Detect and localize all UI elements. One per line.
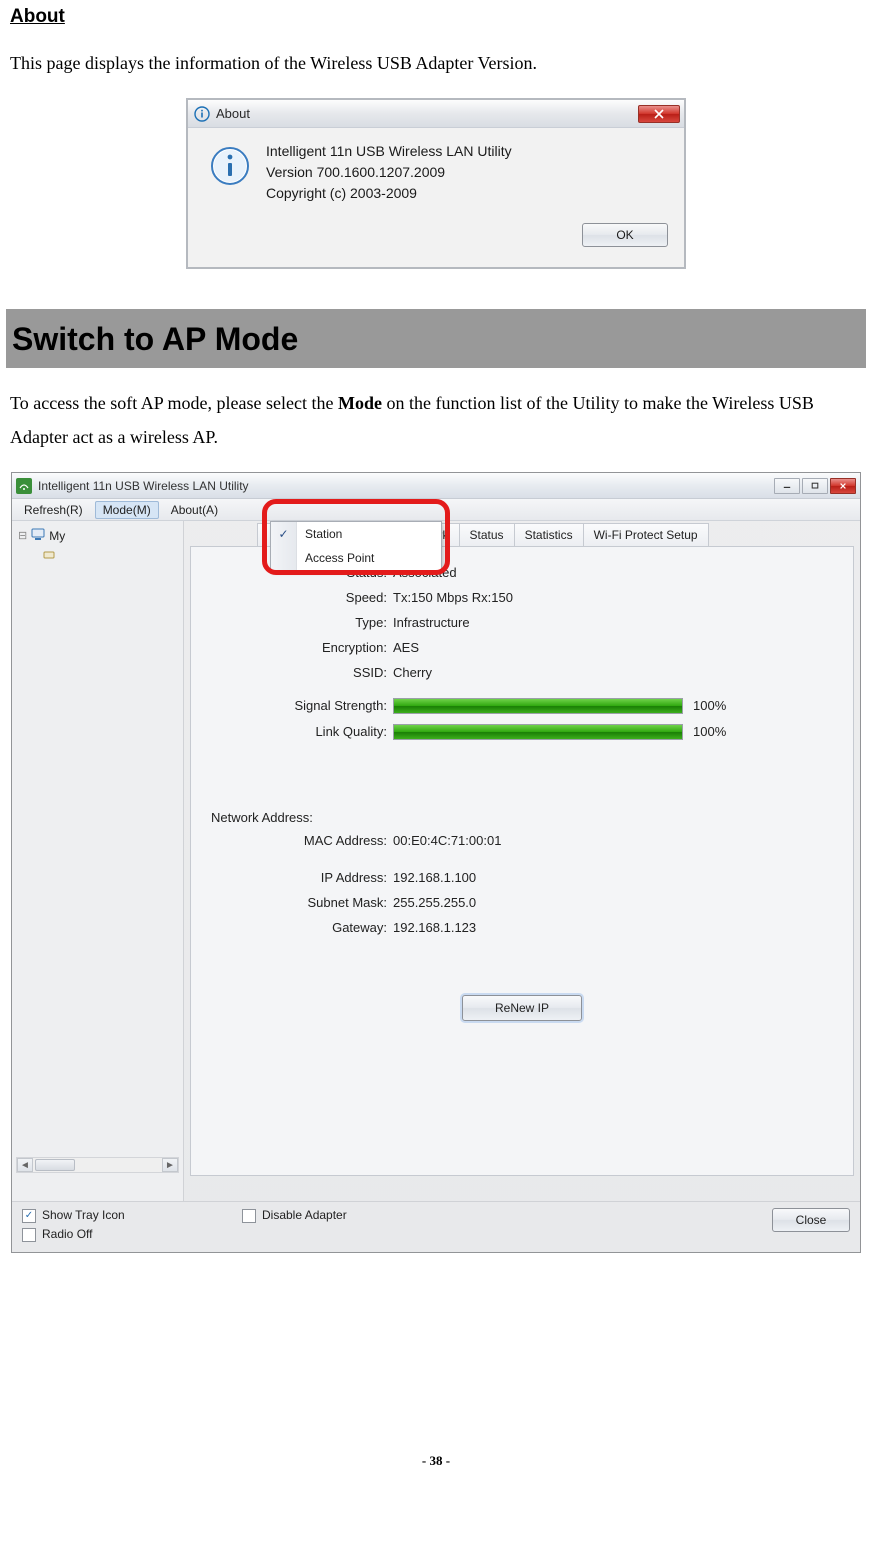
value-speed: Tx:150 Mbps Rx:150	[393, 590, 513, 605]
tab-status[interactable]: Status	[459, 523, 515, 546]
menu-refresh[interactable]: Refresh(R)	[16, 501, 91, 519]
switch-description: To access the soft AP mode, please selec…	[10, 386, 862, 454]
value-subnet: 255.255.255.0	[393, 895, 476, 910]
about-titlebar: About	[188, 100, 684, 128]
about-text-block: Intelligent 11n USB Wireless LAN Utility…	[266, 142, 668, 251]
mode-station[interactable]: ✓ Station	[271, 522, 441, 546]
label-gateway: Gateway:	[211, 920, 393, 935]
info-large-icon	[210, 146, 250, 186]
renew-ip-button[interactable]: ReNew IP	[462, 995, 582, 1021]
tree-child[interactable]	[16, 546, 179, 567]
radio-off-checkbox[interactable]: Radio Off	[22, 1227, 242, 1242]
adapter-icon	[42, 548, 56, 565]
tree-root[interactable]: ⊟ My	[16, 525, 179, 546]
value-ip: 192.168.1.100	[393, 870, 476, 885]
minimize-button[interactable]	[774, 478, 800, 494]
switch-heading: Switch to AP Mode	[12, 321, 860, 358]
value-encryption: AES	[393, 640, 419, 655]
switch-p2-bold: Mode	[338, 393, 382, 413]
label-type: Type:	[211, 615, 393, 630]
label-speed: Speed:	[211, 590, 393, 605]
label-signal: Signal Strength:	[211, 698, 393, 714]
switch-heading-bar: Switch to AP Mode	[6, 309, 866, 368]
chec羅box-unchecked-icon-2	[242, 1209, 256, 1223]
checkbox-unchecked-icon	[22, 1228, 36, 1242]
link-bar-fill	[394, 725, 682, 739]
radio-off-label: Radio Off	[42, 1227, 92, 1241]
about-line1: Intelligent 11n USB Wireless LAN Utility	[266, 142, 668, 161]
about-close-button[interactable]	[638, 105, 680, 123]
mode-dropdown: ✓ Station Access Point	[270, 521, 442, 571]
label-ssid: SSID:	[211, 665, 393, 680]
tab-gap	[190, 523, 258, 546]
label-ip: IP Address:	[211, 870, 393, 885]
utility-titlebar: Intelligent 11n USB Wireless LAN Utility	[12, 473, 860, 499]
sidebar: ⊟ My ◄ ►	[12, 521, 184, 1201]
tree-root-label: My	[49, 529, 65, 543]
utility-window: Intelligent 11n USB Wireless LAN Utility…	[11, 472, 861, 1253]
value-signal-pct: 100%	[693, 698, 726, 714]
tree-expander-icon[interactable]: ⊟	[18, 529, 27, 542]
about-body: Intelligent 11n USB Wireless LAN Utility…	[188, 128, 684, 267]
value-link-pct: 100%	[693, 724, 726, 740]
page-number: - 38 -	[10, 1453, 862, 1469]
value-ssid: Cherry	[393, 665, 432, 680]
info-icon	[194, 106, 210, 122]
label-link: Link Quality:	[211, 724, 393, 740]
utility-footer: ✓ Show Tray Icon Radio Off Disable Adapte…	[12, 1201, 860, 1252]
about-heading: About	[10, 6, 862, 28]
disable-adapter-label: Disable Adapter	[262, 1208, 347, 1222]
signal-bar	[393, 698, 683, 714]
label-encryption: Encryption:	[211, 640, 393, 655]
label-network-address: Network Address:	[211, 810, 833, 825]
scroll-right-icon[interactable]: ►	[162, 1158, 178, 1172]
mode-ap-label: Access Point	[297, 551, 374, 565]
sidebar-scrollbar[interactable]: ◄ ►	[16, 1157, 179, 1173]
close-window-button[interactable]	[830, 478, 856, 494]
about-dialog: About Intelligent 11n USB Wireless LAN U…	[186, 98, 686, 269]
menu-mode[interactable]: Mode(M)	[95, 501, 159, 519]
main-panel: e Profile Available Network Status Stati…	[184, 521, 860, 1201]
signal-bar-fill	[394, 699, 682, 713]
about-line3: Copyright (c) 2003-2009	[266, 184, 668, 203]
disable-adapter-checkbox[interactable]: Disable Adapter	[242, 1208, 347, 1223]
utility-title: Intelligent 11n USB Wireless LAN Utility	[38, 479, 774, 493]
about-ok-button[interactable]: OK	[582, 223, 668, 247]
menu-about[interactable]: About(A)	[163, 501, 226, 519]
checkbox-checked-icon: ✓	[22, 1209, 36, 1223]
label-mac: MAC Address:	[211, 833, 393, 848]
about-title: About	[216, 106, 638, 121]
tab-wps[interactable]: Wi-Fi Protect Setup	[583, 523, 709, 546]
value-type: Infrastructure	[393, 615, 470, 630]
tab-statistics[interactable]: Statistics	[514, 523, 584, 546]
label-subnet: Subnet Mask:	[211, 895, 393, 910]
about-description: This page displays the information of th…	[10, 46, 862, 80]
switch-p2-pre: To access the soft AP mode, please selec…	[10, 393, 338, 413]
show-tray-label: Show Tray Icon	[42, 1208, 125, 1222]
show-tray-checkbox[interactable]: ✓ Show Tray Icon	[22, 1208, 242, 1223]
computer-icon	[31, 527, 45, 544]
mode-station-label: Station	[297, 527, 342, 541]
value-mac: 00:E0:4C:71:00:01	[393, 833, 501, 848]
utility-body: ⊟ My ◄ ►	[12, 521, 860, 1201]
link-bar	[393, 724, 683, 740]
scroll-left-icon[interactable]: ◄	[17, 1158, 33, 1172]
maximize-button[interactable]	[802, 478, 828, 494]
scroll-thumb[interactable]	[35, 1159, 75, 1171]
tab-content: Status:Associated Speed:Tx:150 Mbps Rx:1…	[190, 546, 854, 1176]
about-line2: Version 700.1600.1207.2009	[266, 163, 668, 182]
menubar: Refresh(R) Mode(M) About(A)	[12, 499, 860, 521]
app-icon	[16, 478, 32, 494]
mode-access-point[interactable]: Access Point	[271, 546, 441, 570]
value-gateway: 192.168.1.123	[393, 920, 476, 935]
close-button[interactable]: Close	[772, 1208, 850, 1232]
dd-gutter-blank	[271, 546, 297, 570]
check-icon: ✓	[271, 522, 297, 546]
